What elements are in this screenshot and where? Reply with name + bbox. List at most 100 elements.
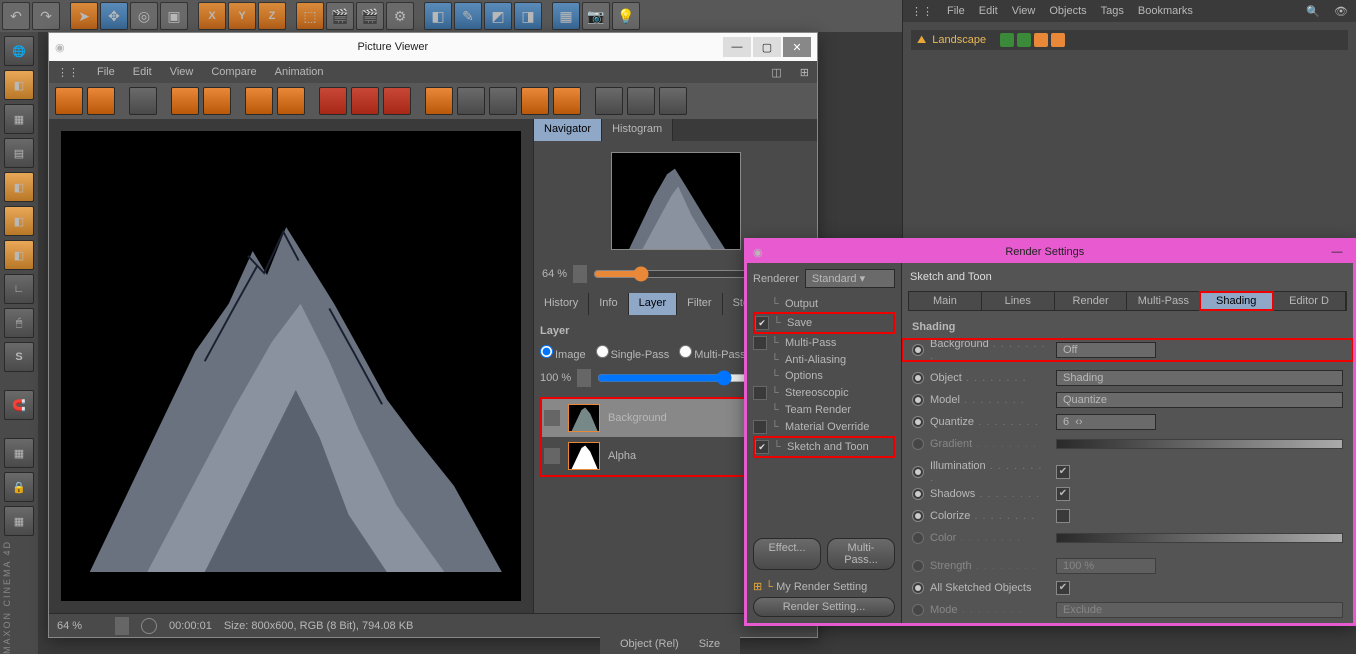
light-button[interactable]: 💡 <box>612 2 640 30</box>
menu-view[interactable]: View <box>170 66 194 78</box>
check-shadows[interactable] <box>1056 487 1070 501</box>
mouse-icon[interactable]: 🖱 <box>4 308 34 338</box>
field-object[interactable]: Shading <box>1056 370 1343 386</box>
render-settings-button[interactable]: ⚙ <box>386 2 414 30</box>
rs-tab-lines[interactable]: Lines <box>982 292 1055 310</box>
attr-size[interactable]: Size <box>699 638 720 650</box>
visibility-icon[interactable] <box>1000 33 1014 47</box>
subtab-history[interactable]: History <box>534 293 589 315</box>
cube-icon[interactable]: ⬚ <box>296 2 324 30</box>
pv-dock-icon[interactable]: ◫ <box>771 66 781 79</box>
render-vis-icon[interactable] <box>1017 33 1031 47</box>
tab-histogram[interactable]: Histogram <box>602 119 673 141</box>
primitive-2[interactable]: ✎ <box>454 2 482 30</box>
pv-canvas[interactable] <box>49 119 533 613</box>
tree-matoverride[interactable]: └Material Override <box>753 418 895 436</box>
tree-aa[interactable]: └Anti-Aliasing <box>753 352 895 368</box>
tree-save[interactable]: └Save <box>753 312 895 334</box>
check-colorize[interactable] <box>1056 509 1070 523</box>
tag2-icon[interactable] <box>1051 33 1065 47</box>
radio-multipass[interactable]: Multi-Pass <box>679 345 745 361</box>
rs-minimize[interactable]: — <box>1327 246 1347 258</box>
tb-btn-3[interactable] <box>203 87 231 115</box>
globe-icon[interactable]: 🌐 <box>4 36 34 66</box>
grid2-icon[interactable]: ▦ <box>4 506 34 536</box>
effect-button[interactable]: Effect... <box>753 538 821 570</box>
rs-titlebar[interactable]: ◉ Render Settings — <box>747 241 1353 263</box>
point-mode[interactable]: ◧ <box>4 172 34 202</box>
tab-navigator[interactable]: Navigator <box>534 119 602 141</box>
obj-menu-view[interactable]: View <box>1012 5 1036 17</box>
radio-background[interactable] <box>912 344 924 356</box>
camera-button[interactable]: 📷 <box>582 2 610 30</box>
tree-options[interactable]: └Options <box>753 368 895 384</box>
primitive-1[interactable]: ◧ <box>424 2 452 30</box>
radio-shadows[interactable] <box>912 488 924 500</box>
radio-illum[interactable] <box>912 466 924 478</box>
radio-colorize[interactable] <box>912 510 924 522</box>
tb-btn-4[interactable] <box>245 87 273 115</box>
subtab-layer[interactable]: Layer <box>629 293 678 315</box>
object-tree[interactable]: ⛰ Landscape <box>903 22 1356 58</box>
primitive-4[interactable]: ◨ <box>514 2 542 30</box>
rs-tab-multipass[interactable]: Multi-Pass <box>1127 292 1200 310</box>
tb-btn-a[interactable] <box>521 87 549 115</box>
pv-titlebar[interactable]: ◉ Picture Viewer — ▢ ✕ <box>49 33 817 61</box>
play-button[interactable] <box>141 618 157 634</box>
menu-edit[interactable]: Edit <box>133 66 152 78</box>
field-background[interactable]: Off <box>1056 342 1156 358</box>
pointer-tool[interactable]: ➤ <box>70 2 98 30</box>
tb-btn-7[interactable] <box>351 87 379 115</box>
tb-btn-1[interactable] <box>129 87 157 115</box>
tb-btn-5[interactable] <box>277 87 305 115</box>
radio-allsketched[interactable] <box>912 582 924 594</box>
tb-btn-13[interactable] <box>627 87 655 115</box>
layer-toggle-icon[interactable] <box>544 448 560 464</box>
render-button[interactable]: 🎬 <box>326 2 354 30</box>
tb-btn-b[interactable] <box>553 87 581 115</box>
zoom-stepper[interactable] <box>573 265 587 283</box>
obj-menu-file[interactable]: File <box>947 5 965 17</box>
lock-icon[interactable]: 🔒 <box>4 472 34 502</box>
obj-menu-bookmarks[interactable]: Bookmarks <box>1138 5 1193 17</box>
tb-btn-6[interactable] <box>319 87 347 115</box>
minimize-button[interactable]: — <box>723 37 751 57</box>
renderer-select[interactable]: Standard ▾ <box>805 269 895 288</box>
s-icon[interactable]: S <box>4 342 34 372</box>
tb-btn-8[interactable] <box>383 87 411 115</box>
status-zoom-stepper[interactable] <box>115 617 129 635</box>
render2-button[interactable]: 🎬 <box>356 2 384 30</box>
obj-menu-tags[interactable]: Tags <box>1101 5 1124 17</box>
attr-objref[interactable]: Object (Rel) <box>620 638 679 650</box>
render-setting-button[interactable]: Render Setting... <box>753 597 895 617</box>
rs-tab-editor[interactable]: Editor D <box>1273 292 1346 310</box>
tree-output[interactable]: └Output <box>753 296 895 312</box>
tree-teamrender[interactable]: └Team Render <box>753 402 895 418</box>
radio-singlepass[interactable]: Single-Pass <box>596 345 670 361</box>
workplane-mode[interactable]: ▤ <box>4 138 34 168</box>
radio-object[interactable] <box>912 372 924 384</box>
scale-tool[interactable]: ▣ <box>160 2 188 30</box>
tb-btn-2[interactable] <box>171 87 199 115</box>
tree-sketchandtoon[interactable]: └Sketch and Toon <box>753 436 895 458</box>
rs-tab-render[interactable]: Render <box>1055 292 1128 310</box>
undo-button[interactable]: ↶ <box>2 2 30 30</box>
edge-mode[interactable]: ◧ <box>4 206 34 236</box>
axis-x-button[interactable]: X <box>198 2 226 30</box>
tb-btn-10[interactable] <box>457 87 485 115</box>
floor-button[interactable]: ▦ <box>552 2 580 30</box>
close-button[interactable]: ✕ <box>783 37 811 57</box>
rs-tab-main[interactable]: Main <box>909 292 982 310</box>
layer-toggle-icon[interactable] <box>544 410 560 426</box>
redo-button[interactable]: ↷ <box>32 2 60 30</box>
subtab-info[interactable]: Info <box>589 293 628 315</box>
check-illum[interactable] <box>1056 465 1070 479</box>
obj-menu-objects[interactable]: Objects <box>1049 5 1086 17</box>
obj-menu-edit[interactable]: Edit <box>979 5 998 17</box>
menu-compare[interactable]: Compare <box>211 66 256 78</box>
field-quantize[interactable]: 6 ‹› <box>1056 414 1156 430</box>
eye-icon[interactable]: 👁 <box>1334 5 1348 18</box>
subtab-filter[interactable]: Filter <box>677 293 722 315</box>
tag-icon[interactable] <box>1034 33 1048 47</box>
object-landscape[interactable]: ⛰ Landscape <box>911 30 1348 50</box>
